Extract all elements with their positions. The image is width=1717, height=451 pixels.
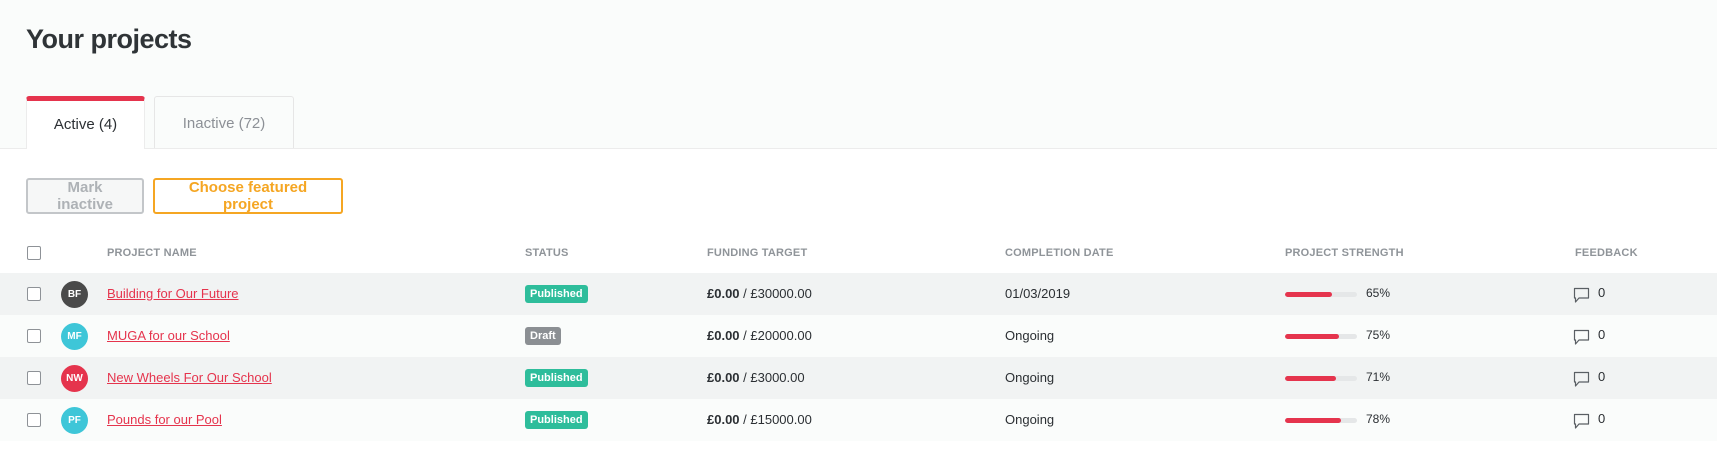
choose-featured-project-button[interactable]: Choose featured project bbox=[153, 178, 343, 214]
projects-panel: Mark inactive Choose featured project PR… bbox=[0, 148, 1717, 451]
avatar: MF bbox=[61, 323, 88, 350]
table-row: PF Pounds for our Pool Published £0.00 /… bbox=[0, 399, 1717, 441]
row-checkbox[interactable] bbox=[27, 413, 41, 427]
header-status: STATUS bbox=[525, 247, 569, 259]
strength-bar-fill bbox=[1285, 334, 1339, 339]
strength-bar bbox=[1285, 418, 1357, 423]
status-badge: Published bbox=[525, 285, 588, 303]
select-all-checkbox[interactable] bbox=[27, 246, 41, 260]
action-bar: Mark inactive Choose featured project bbox=[26, 178, 343, 214]
table-row: NW New Wheels For Our School Published £… bbox=[0, 357, 1717, 399]
completion-date: Ongoing bbox=[1005, 370, 1055, 385]
strength-percent: 71% bbox=[1366, 370, 1391, 384]
completion-date: Ongoing bbox=[1005, 328, 1055, 343]
funding-raised: £0.00 bbox=[707, 328, 740, 343]
tab-bar: Active (4) Inactive (72) bbox=[26, 96, 294, 149]
project-name-link[interactable]: Pounds for our Pool bbox=[107, 412, 222, 427]
strength-bar-fill bbox=[1285, 376, 1337, 381]
row-checkbox[interactable] bbox=[27, 371, 41, 385]
project-name-link[interactable]: MUGA for our School bbox=[107, 328, 230, 343]
strength-percent: 65% bbox=[1366, 286, 1391, 300]
row-checkbox[interactable] bbox=[27, 329, 41, 343]
table-header: PROJECT NAME STATUS FUNDING TARGET COMPL… bbox=[0, 237, 1717, 269]
strength-bar bbox=[1285, 376, 1357, 381]
funding-target: £0.00 / £20000.00 bbox=[707, 328, 812, 343]
feedback-count: 0 bbox=[1598, 285, 1606, 300]
strength-bar-fill bbox=[1285, 418, 1342, 423]
funding-goal: / £3000.00 bbox=[739, 370, 805, 385]
funding-target: £0.00 / £3000.00 bbox=[707, 370, 805, 385]
avatar: PF bbox=[61, 407, 88, 434]
header-funding-target: FUNDING TARGET bbox=[707, 247, 808, 259]
project-name-link[interactable]: New Wheels For Our School bbox=[107, 370, 272, 385]
page-title: Your projects bbox=[26, 24, 192, 54]
funding-raised: £0.00 bbox=[707, 412, 740, 427]
funding-goal: / £30000.00 bbox=[739, 286, 812, 301]
avatar: BF bbox=[61, 281, 88, 308]
speech-bubble-icon[interactable] bbox=[1573, 329, 1590, 346]
table-row: BF Building for Our Future Published £0.… bbox=[0, 273, 1717, 315]
speech-bubble-icon[interactable] bbox=[1573, 287, 1590, 304]
completion-date: 01/03/2019 bbox=[1005, 286, 1071, 301]
status-badge: Published bbox=[525, 411, 588, 429]
funding-raised: £0.00 bbox=[707, 370, 740, 385]
header-completion-date: COMPLETION DATE bbox=[1005, 247, 1114, 259]
mark-inactive-button[interactable]: Mark inactive bbox=[26, 178, 144, 214]
strength-percent: 78% bbox=[1366, 412, 1391, 426]
header-feedback: FEEDBACK bbox=[1575, 247, 1638, 259]
strength-percent: 75% bbox=[1366, 328, 1391, 342]
project-name-link[interactable]: Building for Our Future bbox=[107, 286, 239, 301]
feedback-count: 0 bbox=[1598, 327, 1606, 342]
speech-bubble-icon[interactable] bbox=[1573, 371, 1590, 388]
status-badge: Published bbox=[525, 369, 588, 387]
tab-inactive[interactable]: Inactive (72) bbox=[154, 96, 294, 149]
funding-raised: £0.00 bbox=[707, 286, 740, 301]
feedback-count: 0 bbox=[1598, 411, 1606, 426]
header-project-strength: PROJECT STRENGTH bbox=[1285, 247, 1404, 259]
strength-bar bbox=[1285, 292, 1357, 297]
speech-bubble-icon[interactable] bbox=[1573, 413, 1590, 430]
completion-date: Ongoing bbox=[1005, 412, 1055, 427]
funding-target: £0.00 / £30000.00 bbox=[707, 286, 812, 301]
status-badge: Draft bbox=[525, 327, 561, 345]
feedback-count: 0 bbox=[1598, 369, 1606, 384]
header-project-name: PROJECT NAME bbox=[107, 247, 197, 259]
tab-active[interactable]: Active (4) bbox=[26, 96, 145, 149]
funding-target: £0.00 / £15000.00 bbox=[707, 412, 812, 427]
row-checkbox[interactable] bbox=[27, 287, 41, 301]
strength-bar bbox=[1285, 334, 1357, 339]
avatar: NW bbox=[61, 365, 88, 392]
funding-goal: / £15000.00 bbox=[739, 412, 812, 427]
strength-bar-fill bbox=[1285, 292, 1332, 297]
table-row: MF MUGA for our School Draft £0.00 / £20… bbox=[0, 315, 1717, 357]
funding-goal: / £20000.00 bbox=[739, 328, 812, 343]
